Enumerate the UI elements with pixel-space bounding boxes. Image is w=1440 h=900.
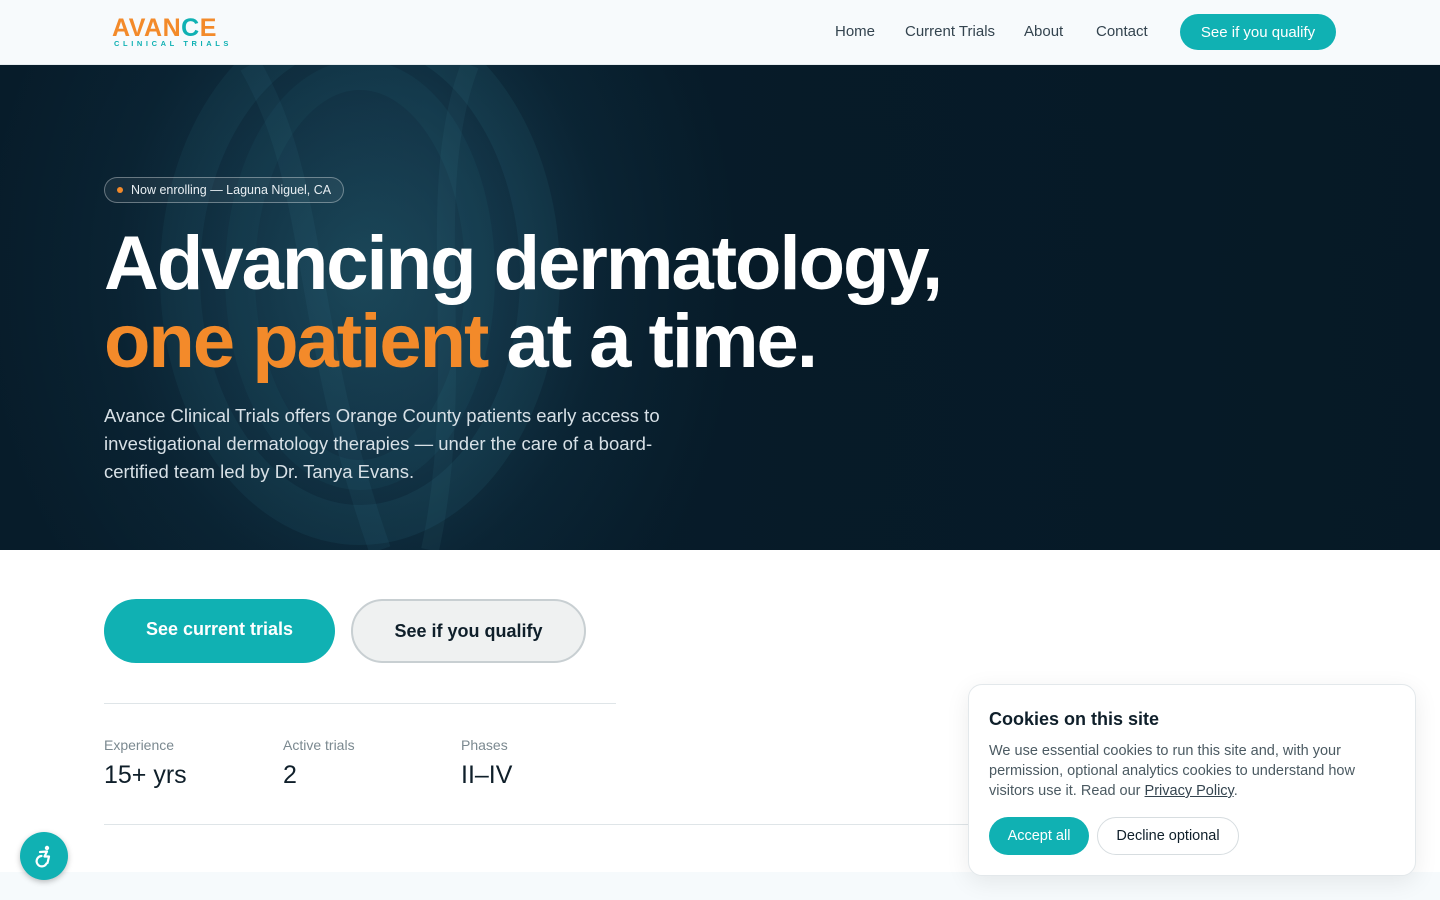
privacy-policy-link[interactable]: Privacy Policy <box>1145 783 1234 799</box>
hero-title-accent: one patient <box>104 299 489 384</box>
stats-divider-top <box>104 703 616 704</box>
next-section-band <box>0 872 1440 900</box>
hero-title-line1: Advancing dermatology, <box>104 221 943 306</box>
stats-divider-bottom <box>104 824 984 825</box>
stat-phases: Phases II–IV <box>461 737 512 790</box>
stat-experience: Experience 15+ yrs <box>104 737 187 790</box>
see-current-trials-button[interactable]: See current trials <box>104 599 335 663</box>
stat-label: Phases <box>461 737 508 753</box>
nav-home[interactable]: Home <box>835 23 875 40</box>
nav-about[interactable]: About <box>1024 23 1063 40</box>
status-dot-icon <box>117 187 123 193</box>
accessibility-icon <box>35 845 51 868</box>
logo-wordmark: AVANCE <box>112 14 217 42</box>
nav-current-trials[interactable]: Current Trials <box>905 23 995 40</box>
decline-optional-button[interactable]: Decline optional <box>1097 817 1239 855</box>
cookie-consent-panel: Cookies on this site We use essential co… <box>968 684 1416 876</box>
hero-section: Now enrolling — Laguna Niguel, CA Advanc… <box>0 65 1440 550</box>
hero-title: Advancing dermatology, one patient at a … <box>104 225 943 384</box>
hero-lead: Avance Clinical Trials offers Orange Cou… <box>104 405 660 482</box>
stat-value: 15+ yrs <box>104 761 187 789</box>
cookie-title: Cookies on this site <box>989 709 1160 729</box>
site-header: AVANCE CLINICAL TRIALS Home Current Tria… <box>0 0 1440 65</box>
see-if-you-qualify-button[interactable]: See if you qualify <box>351 599 586 663</box>
stat-label: Experience <box>104 737 175 753</box>
header-qualify-button[interactable]: See if you qualify <box>1180 14 1336 50</box>
cookie-text: We use essential cookies to run this sit… <box>989 741 1389 801</box>
badge-text: Now enrolling — Laguna Niguel, CA <box>131 183 332 197</box>
enrolling-badge: Now enrolling — Laguna Niguel, CA <box>104 177 345 203</box>
logo-tagline: CLINICAL TRIALS <box>114 39 233 48</box>
stat-active-trials: Active trials 2 <box>283 737 355 790</box>
cookie-text-end: . <box>1233 783 1238 799</box>
stat-value: II–IV <box>461 761 513 789</box>
stat-value: 2 <box>283 761 297 789</box>
stat-label: Active trials <box>283 737 355 753</box>
avance-logo[interactable]: AVANCE CLINICAL TRIALS <box>112 14 228 50</box>
nav-contact[interactable]: Contact <box>1096 23 1148 40</box>
accept-all-button[interactable]: Accept all <box>989 817 1089 855</box>
accessibility-button[interactable] <box>20 832 68 880</box>
hero-title-rest: at a time. <box>487 299 817 384</box>
